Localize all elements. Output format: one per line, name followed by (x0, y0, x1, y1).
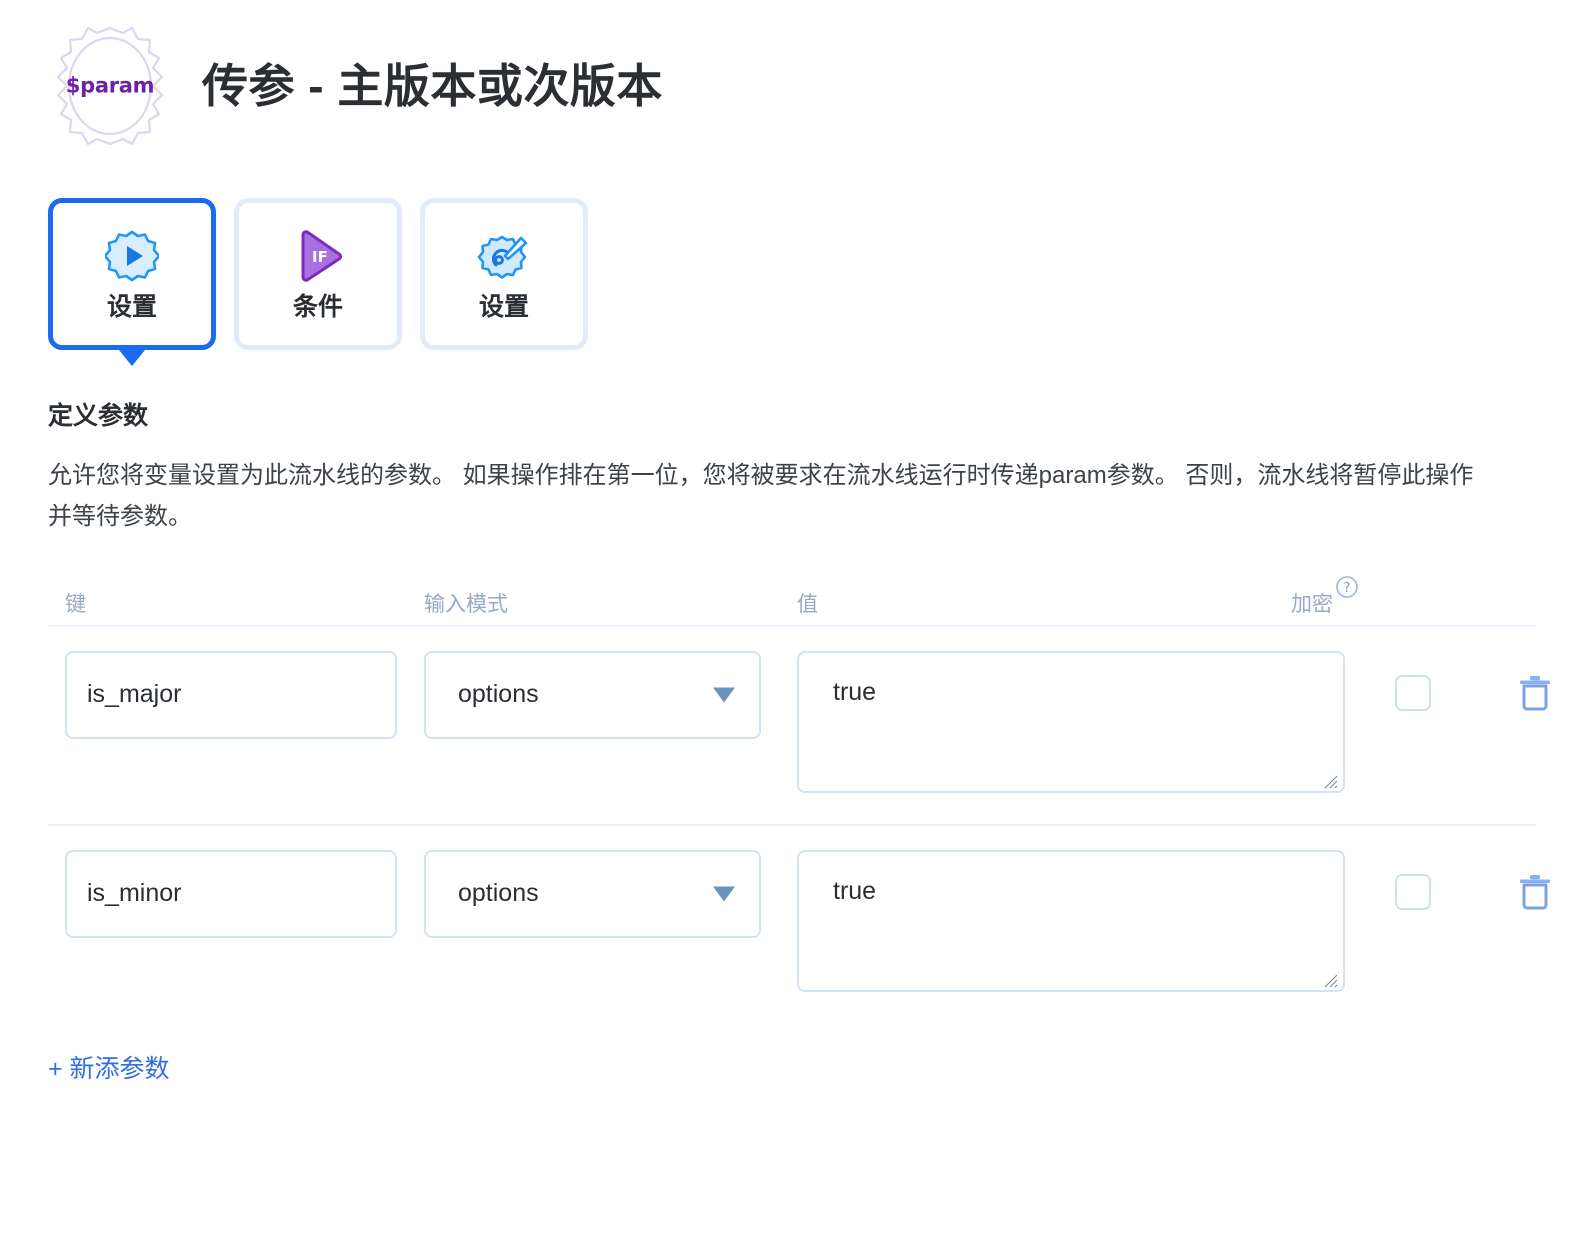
table-row: options true false (48, 826, 1550, 1023)
gear-play-icon (105, 229, 159, 283)
cell-mode: options (413, 650, 786, 739)
tab-label: 设置 (478, 292, 529, 321)
tab-condition[interactable]: IF 条件 (234, 198, 402, 350)
svg-text:IF: IF (312, 248, 328, 266)
page-header: $param 传参 - 主版本或次版本 (0, 0, 1584, 150)
param-value-textarea[interactable]: true false (797, 650, 1345, 793)
page-title: 传参 - 主版本或次版本 (202, 60, 663, 112)
delete-row-button[interactable] (1518, 673, 1552, 711)
column-header-encrypt: 加密 ? (1291, 575, 1426, 616)
table-header-row: 键 输入模式 值 加密 ? (48, 575, 1536, 625)
logo-label: $param (65, 73, 155, 98)
param-mode-select[interactable]: options (424, 849, 761, 938)
section-title: 定义参数 (48, 402, 149, 430)
param-key-input[interactable] (65, 650, 397, 739)
cell-encrypt (1345, 651, 1480, 711)
cell-value: true false (786, 849, 1345, 997)
tab-label: 条件 (292, 292, 343, 321)
add-parameter-link[interactable]: + 新添参数 (48, 1056, 170, 1082)
trash-icon (1520, 874, 1550, 910)
svg-text:?: ? (1344, 581, 1351, 596)
encrypt-checkbox[interactable] (1394, 873, 1431, 910)
cell-encrypt (1345, 850, 1480, 910)
column-header-value: 值 (797, 592, 818, 616)
column-header-mode: 输入模式 (424, 592, 508, 616)
section-description: 允许您将变量设置为此流水线的参数。 如果操作排在第一位，您将被要求在流水线运行时… (48, 462, 1474, 531)
trash-icon (1520, 675, 1550, 711)
tab-settings-config[interactable]: 设置 (420, 198, 588, 350)
cell-value: true false (786, 650, 1345, 798)
cell-delete (1480, 651, 1584, 711)
delete-row-button[interactable] (1518, 872, 1552, 910)
cell-mode: options (413, 849, 786, 938)
cell-key (48, 650, 413, 739)
encrypt-checkbox[interactable] (1394, 674, 1431, 711)
cell-delete (1480, 850, 1584, 910)
parameters-table: 键 输入模式 值 加密 ? is_major options true fals… (0, 575, 1584, 1023)
column-header-key: 键 (65, 592, 86, 616)
cell-key (48, 849, 413, 938)
tab-bar: 设置 IF 条件 设置 (0, 150, 1584, 350)
define-params-section: 定义参数 允许您将变量设置为此流水线的参数。 如果操作排在第一位，您将被要求在流… (0, 350, 1500, 538)
page-root: $param 传参 - 主版本或次版本 设置 IF 条件 设置 定义参数 允许您… (0, 0, 1584, 1252)
tab-settings-run[interactable]: 设置 (48, 198, 216, 350)
app-logo: $param (46, 22, 174, 150)
column-header-encrypt-label: 加密 (1291, 592, 1333, 616)
param-key-input[interactable] (65, 849, 397, 938)
question-circle-icon[interactable]: ? (1335, 575, 1359, 599)
table-row: options true false (48, 627, 1550, 824)
tab-label: 设置 (106, 292, 157, 321)
param-mode-select[interactable]: options (424, 650, 761, 739)
gear-wrench-icon (477, 229, 531, 283)
param-value-textarea[interactable]: true false (797, 849, 1345, 992)
if-triangle-icon: IF (291, 229, 345, 283)
